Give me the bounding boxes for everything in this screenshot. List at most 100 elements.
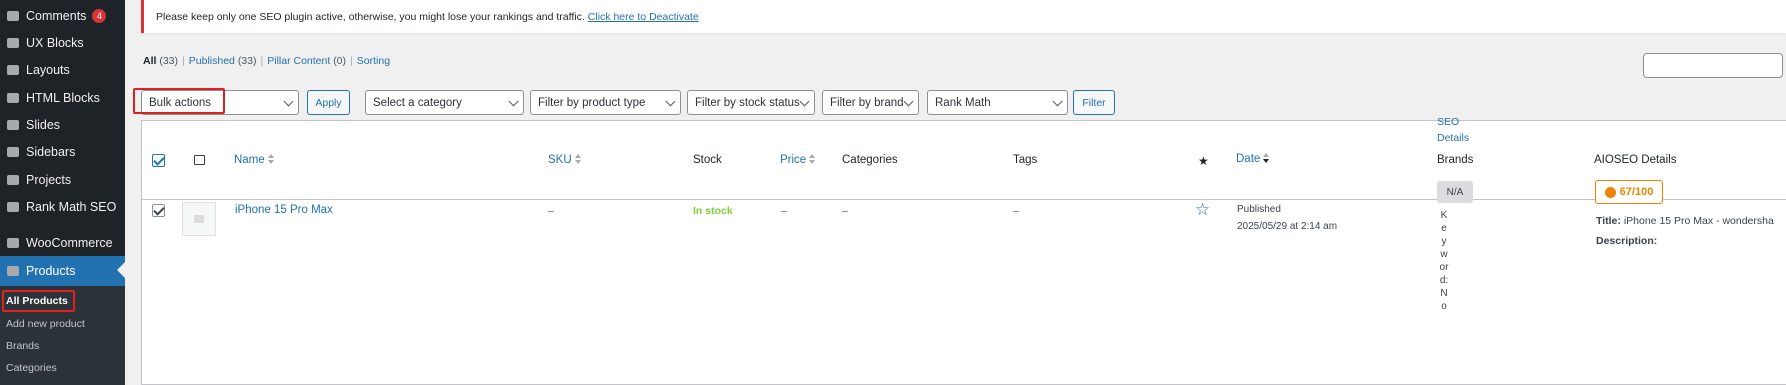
product-tags: – [1013,205,1019,217]
column-name-label: Name [234,154,265,166]
sidebar-icon [6,145,20,159]
seo-plugin-notice: Please keep only one SEO plugin active, … [141,0,1786,33]
sidebar-item-woocommerce[interactable]: WooCommerce [0,229,125,256]
row-checkbox[interactable] [152,204,165,217]
select-all-checkbox[interactable] [152,154,165,167]
column-date[interactable]: Date [1236,153,1270,165]
column-sku[interactable]: SKU [548,154,582,166]
bulk-actions-label: Bulk actions [149,96,212,109]
submenu-brands[interactable]: Brands [6,340,39,352]
category-filter-select[interactable]: Select a category [365,90,524,115]
date-value: 2025/05/29 at 2:14 am [1237,221,1338,232]
submenu-categories[interactable]: Categories [6,362,57,374]
column-brands: Brands [1437,154,1474,166]
product-type-filter-label: Filter by product type [538,96,646,109]
product-categories: – [842,205,848,217]
apply-button[interactable]: Apply [307,90,350,115]
aioseo-description-label: Description: [1596,235,1658,247]
submenu-add-new-product[interactable]: Add new product [6,318,85,330]
column-tags: Tags [1013,154,1038,166]
sidebar-item-sidebars[interactable]: Sidebars [0,138,125,165]
sidebar-item-products[interactable]: Products [0,256,125,286]
sidebar-item-label: Slides [26,117,61,132]
chevron-down-icon [1052,96,1063,107]
aioseo-score-value: 67/100 [1619,186,1654,198]
view-all[interactable]: All (33) [143,55,178,67]
bulk-actions-select[interactable]: Bulk actions [141,90,299,115]
projects-icon [6,173,20,187]
view-all-count: (33) [159,55,179,67]
product-name-link[interactable]: iPhone 15 Pro Max [235,204,333,216]
woo-icon [6,236,20,250]
chevron-down-icon [903,96,914,107]
sidebar-item-html-blocks[interactable]: HTML Blocks [0,84,125,111]
products-submenu: All Products Add new product Brands Cate… [0,286,125,385]
product-thumbnail[interactable] [182,202,216,236]
seo-score-badge: N/A [1437,181,1473,203]
post-status-views: All (33) | Published (33) | Pillar Content (… [143,55,390,67]
separator: | [350,55,353,67]
brand-filter-label: Filter by brand [830,96,904,109]
product-sku: – [548,205,554,217]
view-published[interactable]: Published (33) [189,55,257,67]
sidebar-item-ux-blocks[interactable]: UX Blocks [0,29,125,56]
aioseo-score-badge[interactable]: 67/100 [1595,180,1663,204]
view-pillar-label: Pillar Content [267,55,331,67]
sidebar-item-label: Sidebars [26,144,76,159]
chart-icon [6,200,20,214]
view-published-label: Published [188,55,235,67]
view-pillar-content[interactable]: Pillar Content (0) [267,55,346,67]
rank-math-filter-select[interactable]: Rank Math [927,90,1068,115]
notice-text: Please keep only one SEO plugin active, … [156,10,585,23]
featured-star-icon[interactable]: ★ [1198,154,1209,168]
column-aioseo-details: AIOSEO Details [1594,154,1677,166]
comments-count-badge: 4 [92,8,107,23]
brand-filter-select[interactable]: Filter by brand [822,90,919,115]
column-price[interactable]: Price [780,154,816,166]
sort-icon [267,154,275,164]
sidebar-item-label: Rank Math SEO [26,199,117,214]
view-pillar-count: (0) [333,55,347,67]
sort-icon [809,154,816,164]
sidebar-item-label: UX Blocks [26,35,84,50]
search-input[interactable] [1643,53,1783,78]
filter-button[interactable]: Filter [1073,90,1115,115]
sidebar-item-rank-math[interactable]: Rank Math SEO [0,193,125,220]
html-icon [6,91,20,105]
sidebar-item-comments[interactable]: Comments 4 [0,2,125,29]
separator: | [182,55,185,67]
sidebar-item-label: Products [26,264,76,278]
sort-icon [574,154,582,164]
comment-icon [6,9,20,23]
aioseo-title-row: Title: iPhone 15 Pro Max - wondersha [1596,215,1774,227]
column-seo-details[interactable]: SEO Details [1437,114,1471,146]
sidebar-item-label: HTML Blocks [26,90,100,105]
stock-status-filter-select[interactable]: Filter by stock status [687,90,815,115]
chevron-down-icon [283,96,294,107]
view-all-label: All [143,55,157,67]
submenu-all-products[interactable]: All Products [6,295,68,307]
sidebar-item-label: Comments [26,8,87,23]
chevron-down-icon [665,96,676,107]
aioseo-logo-icon [1604,186,1616,198]
seo-keyword-text: Keyword: No [1439,210,1449,312]
featured-star-outline-icon[interactable]: ☆ [1195,200,1210,220]
view-published-count: (33) [237,55,257,67]
product-type-filter-select[interactable]: Filter by product type [530,90,681,115]
view-sorting[interactable]: Sorting [357,55,390,67]
stock-status: In stock [693,205,733,217]
sidebar-item-projects[interactable]: Projects [0,166,125,193]
stock-status-filter-label: Filter by stock status [695,96,800,109]
grid-icon [6,36,20,50]
products-table: Name SKU Stock Price Categories Tags ★ D… [141,116,1786,385]
deactivate-link[interactable]: Click here to Deactivate [588,11,699,23]
product-price: – [781,205,787,217]
column-name[interactable]: Name [234,154,275,166]
aioseo-title-label: Title: [1596,215,1621,227]
chevron-down-icon [799,96,810,107]
sidebar-item-label: WooCommerce [26,235,113,250]
sidebar-item-label: Projects [26,172,72,187]
layout-icon [6,63,20,77]
sidebar-item-layouts[interactable]: Layouts [0,56,125,83]
sidebar-item-slides[interactable]: Slides [0,111,125,138]
